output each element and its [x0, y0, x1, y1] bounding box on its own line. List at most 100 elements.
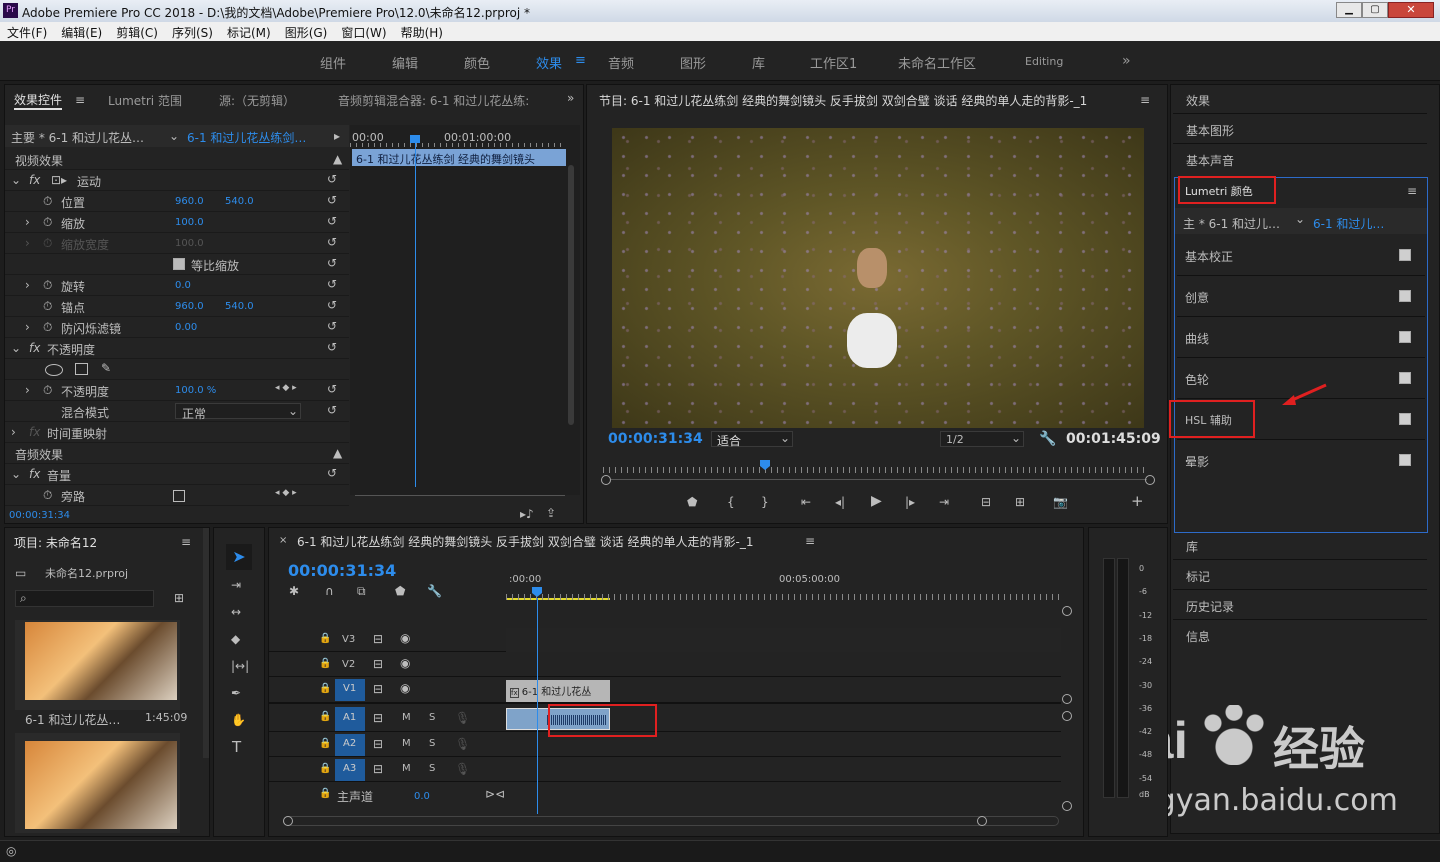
menu-item-1[interactable]: 编辑(E)	[61, 26, 102, 40]
workspace-menu-icon[interactable]: ≡	[575, 53, 586, 68]
hscroll-handle-right[interactable]	[977, 816, 987, 826]
solo-button[interactable]: S	[429, 712, 435, 723]
rotation-value[interactable]: 0.0	[175, 280, 191, 291]
workspace-tab-3[interactable]: 效果	[536, 53, 562, 72]
master-volume[interactable]: 0.0	[414, 791, 430, 802]
track-target-v1[interactable]: V1	[335, 679, 365, 701]
program-ruler[interactable]	[603, 467, 1148, 473]
track-label-v2[interactable]: V2	[342, 659, 355, 670]
eye-icon[interactable]: ◉	[400, 656, 410, 670]
stopwatch-icon[interactable]: ⏱	[43, 194, 52, 209]
color-wheels-checkbox[interactable]	[1399, 372, 1411, 384]
panel-menu-icon[interactable]: ≡	[1407, 184, 1417, 198]
panel-menu-icon[interactable]: ≡	[181, 535, 191, 549]
hscroll-handle-left[interactable]	[283, 816, 293, 826]
panel-menu-icon[interactable]: ≡	[75, 93, 85, 107]
workspace-tab-0[interactable]: 组件	[320, 53, 346, 72]
hsl-checkbox[interactable]	[1399, 413, 1411, 425]
mark-out-icon[interactable]: }	[761, 495, 769, 509]
expand-arrow-icon[interactable]: ⌄	[11, 467, 21, 481]
lock-icon[interactable]: 🔒	[319, 763, 331, 774]
reset-icon[interactable]: ↺	[327, 277, 337, 291]
toggle-sync-icon[interactable]: ⊟	[373, 682, 383, 696]
clip-bar[interactable]: 6-1 和过儿花丛练剑 经典的舞剑镜头	[352, 149, 566, 166]
collapse-triangle-icon[interactable]: ▲	[333, 152, 342, 166]
panel-markers[interactable]: 标记	[1186, 568, 1210, 585]
add-marker-icon[interactable]: ⬟	[687, 495, 697, 509]
anchor-x[interactable]: 960.0	[175, 301, 204, 312]
panel-essential-graphics[interactable]: 基本图形	[1186, 122, 1234, 139]
tab-source[interactable]: 源:（无剪辑）	[219, 92, 295, 109]
tab-audio-mixer[interactable]: 音频剪辑混合器: 6-1 和过儿花丛练:	[338, 92, 529, 109]
ripple-edit-icon[interactable]: ↔	[231, 605, 241, 619]
mute-button[interactable]: M	[402, 712, 411, 723]
play-icon[interactable]: ▶	[871, 493, 882, 509]
lock-icon[interactable]: 🔒	[319, 788, 331, 799]
stopwatch-icon[interactable]: ⏱	[43, 215, 52, 230]
mark-in-icon[interactable]: {	[727, 495, 735, 509]
reset-icon[interactable]: ↺	[327, 319, 337, 333]
section-curves[interactable]: 曲线	[1185, 330, 1209, 347]
more-workspaces-icon[interactable]: »	[1122, 53, 1131, 69]
go-to-in-icon[interactable]: ⇤	[801, 495, 811, 509]
bypass-checkbox[interactable]	[173, 490, 185, 502]
menu-item-7[interactable]: 帮助(H)	[401, 26, 443, 40]
lock-icon[interactable]: 🔒	[319, 633, 331, 644]
close-tab-icon[interactable]: ×	[279, 535, 287, 546]
step-back-icon[interactable]: ◂|	[835, 495, 845, 509]
section-color-wheels[interactable]: 色轮	[1185, 371, 1209, 388]
workspace-tab-5[interactable]: 图形	[680, 53, 706, 72]
expand-arrow-icon[interactable]: ›	[25, 383, 30, 397]
microphone-icon[interactable]: 🎙	[455, 762, 470, 776]
zoom-handle-left[interactable]	[601, 475, 611, 485]
toggle-sync-icon[interactable]: ⊟	[373, 762, 383, 776]
razor-icon[interactable]: ◆	[231, 632, 240, 646]
workspace-tab-6[interactable]: 库	[752, 53, 765, 72]
lock-icon[interactable]: 🔒	[319, 658, 331, 669]
sequence-clip-label[interactable]: 6-1 和过儿花丛练剑…	[187, 129, 306, 146]
type-icon[interactable]: T	[232, 738, 241, 756]
menu-item-2[interactable]: 剪辑(C)	[116, 26, 158, 40]
tab-effect-controls[interactable]: 效果控件	[14, 91, 63, 110]
workspace-tab-2[interactable]: 颜色	[464, 53, 490, 72]
play-triangle-icon[interactable]: ▸	[334, 129, 340, 143]
pen-mask-icon[interactable]: ✎	[101, 361, 111, 375]
extract-icon[interactable]: ⊞	[1015, 495, 1025, 509]
position-x[interactable]: 960.0	[175, 196, 204, 207]
track-target-a2[interactable]: A2	[335, 734, 365, 756]
settings-wrench-icon[interactable]: 🔧	[427, 584, 442, 598]
clip-thumbnail-2[interactable]	[15, 733, 180, 833]
reset-icon[interactable]: ↺	[327, 382, 337, 396]
solo-button[interactable]: S	[429, 738, 435, 749]
search-input[interactable]: ⌕	[15, 590, 154, 607]
section-creative[interactable]: 创意	[1185, 289, 1209, 306]
reset-icon[interactable]: ↺	[327, 340, 337, 354]
stopwatch-icon[interactable]: ⏱	[43, 278, 52, 293]
workspace-tab-9[interactable]: Editing	[1025, 55, 1063, 68]
zoom-bar[interactable]	[611, 479, 1147, 480]
panel-history[interactable]: 历史记录	[1186, 598, 1234, 615]
workspace-tab-7[interactable]: 工作区1	[810, 53, 857, 72]
export-icon[interactable]: ⇪	[546, 506, 556, 520]
reset-icon[interactable]: ↺	[327, 193, 337, 207]
playhead[interactable]	[415, 137, 416, 487]
hand-icon[interactable]: ✋	[231, 713, 246, 727]
toggle-sync-icon[interactable]: ⊟	[373, 711, 383, 725]
wrench-icon[interactable]: 🔧	[1039, 431, 1056, 447]
vscroll-handle-top[interactable]	[1062, 606, 1072, 616]
menu-item-6[interactable]: 窗口(W)	[341, 26, 386, 40]
project-scrollbar[interactable]	[203, 528, 209, 758]
vscroll-handle-mid[interactable]	[1062, 694, 1072, 704]
lift-icon[interactable]: ⊟	[981, 495, 991, 509]
position-y[interactable]: 540.0	[225, 196, 254, 207]
playhead-handle[interactable]	[410, 135, 420, 143]
tab-lumetri-scopes[interactable]: Lumetri 范围	[108, 92, 182, 109]
timeline-ruler[interactable]	[506, 594, 1061, 600]
section-vignette[interactable]: 晕影	[1185, 453, 1209, 470]
curves-checkbox[interactable]	[1399, 331, 1411, 343]
master-nav-icon[interactable]: ⊳⊲	[485, 787, 505, 801]
creative-checkbox[interactable]	[1399, 290, 1411, 302]
track-target-a1[interactable]: A1	[335, 707, 365, 731]
reset-icon[interactable]: ↺	[327, 403, 337, 417]
track-target-a3[interactable]: A3	[335, 759, 365, 781]
